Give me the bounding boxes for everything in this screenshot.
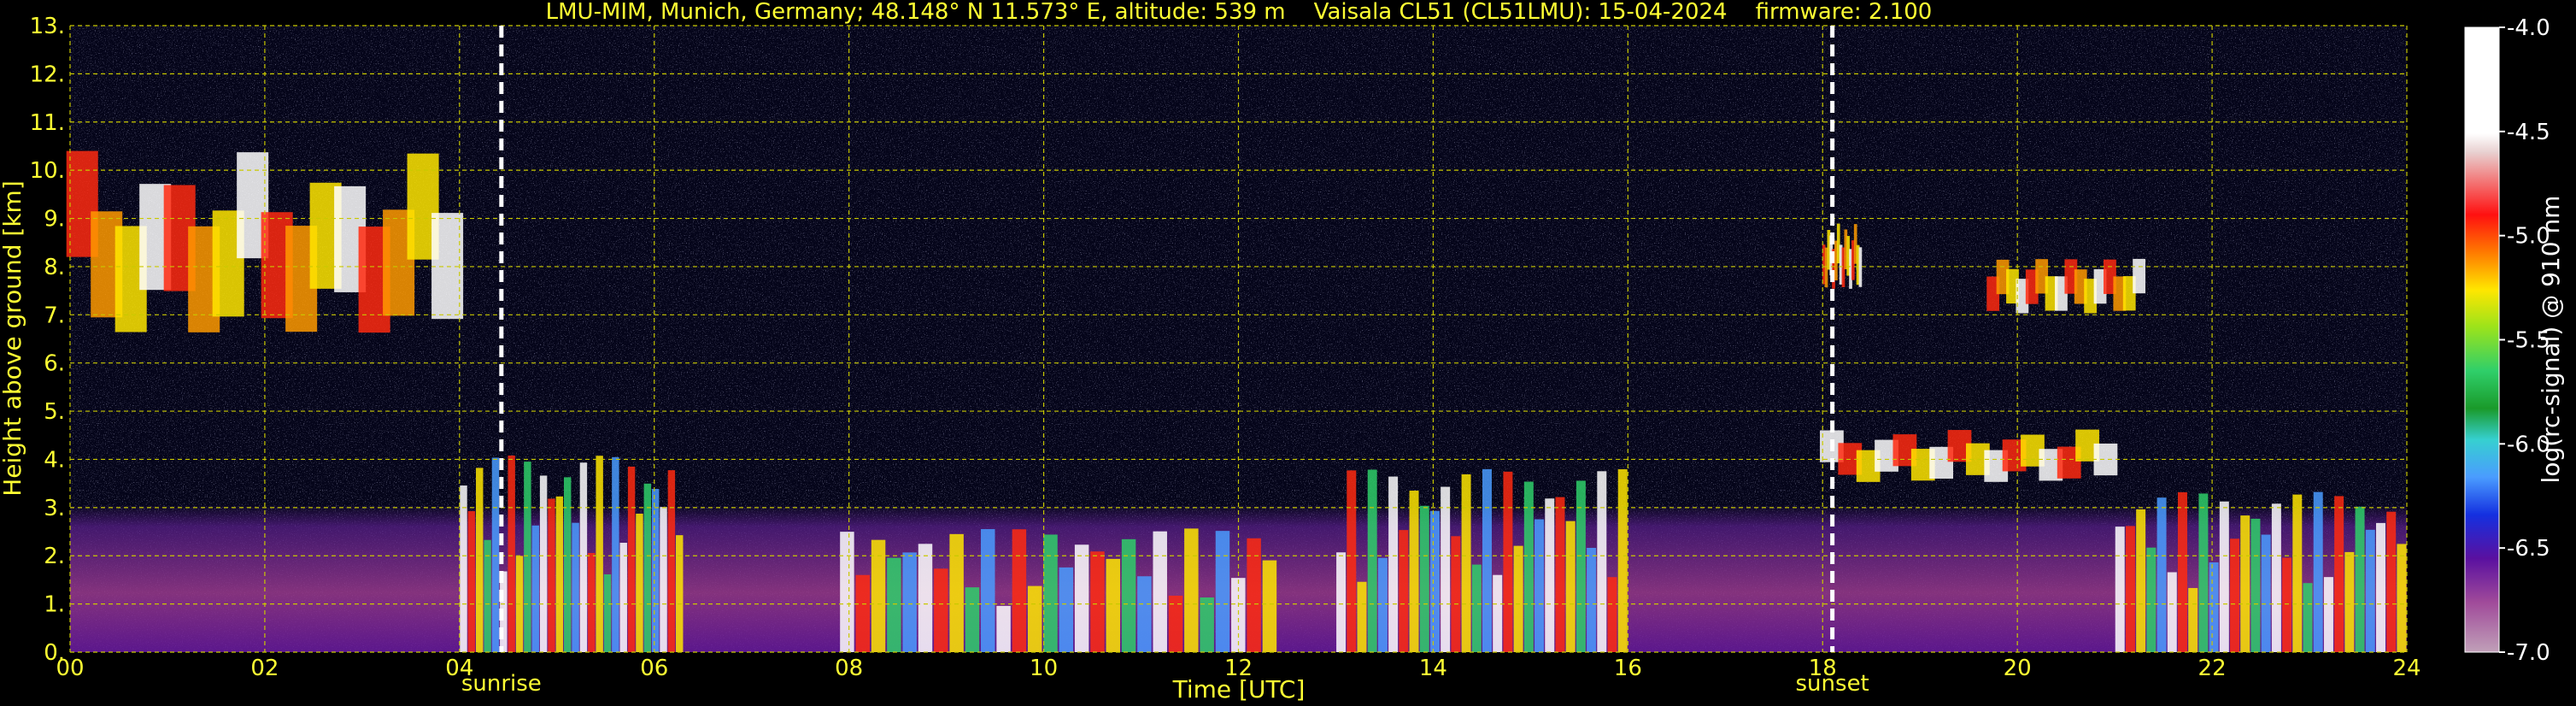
colorbar-tick-label: -6.5 bbox=[2507, 536, 2550, 562]
x-tick-label: 02 bbox=[250, 656, 279, 681]
y-tick-label: 7. bbox=[44, 303, 65, 328]
y-tick-label: 3. bbox=[44, 496, 65, 521]
x-tick-label: 00 bbox=[56, 656, 84, 681]
x-axis-label: Time [UTC] bbox=[1172, 675, 1306, 703]
y-tick-label: 9. bbox=[44, 207, 65, 232]
y-tick-label: 6. bbox=[44, 351, 65, 377]
chart-title: LMU-MIM, Munich, Germany; 48.148° N 11.5… bbox=[546, 0, 1933, 25]
y-tick-label: 4. bbox=[44, 447, 65, 473]
y-tick-label: 1. bbox=[44, 592, 65, 618]
x-tick-label: 24 bbox=[2392, 656, 2421, 681]
colorbar-tick-label: -7.0 bbox=[2507, 640, 2550, 666]
x-tick-label: 16 bbox=[1614, 656, 1642, 681]
x-tick-label: 18 bbox=[1809, 656, 1837, 681]
colorbar-gradient bbox=[2464, 26, 2500, 653]
x-tick-label: 04 bbox=[445, 656, 473, 681]
y-tick-label: 13. bbox=[30, 14, 65, 39]
x-tick-label: 20 bbox=[2004, 656, 2032, 681]
y-tick-label: 10. bbox=[30, 158, 65, 184]
x-tick-label: 22 bbox=[2198, 656, 2227, 681]
y-tick-label: 8. bbox=[44, 255, 65, 280]
y-tick-label: 12. bbox=[30, 62, 65, 87]
y-axis-label: Height above ground [km] bbox=[0, 180, 26, 497]
y-tick-labels: 0.1.2.3.4.5.6.7.8.9.10.11.12.13. bbox=[30, 14, 65, 666]
y-tick-label: 2. bbox=[44, 544, 65, 569]
colorbar-tick-label: -4.5 bbox=[2507, 120, 2550, 145]
y-tick-label: 11. bbox=[30, 110, 65, 136]
colorbar-tick-label: -4.0 bbox=[2507, 15, 2550, 41]
x-tick-label: 06 bbox=[640, 656, 668, 681]
ceilometer-chart: sunrise sunset 0.1.2.3.4.5.6.7.8.9.10.11.… bbox=[0, 0, 2565, 703]
x-tick-label: 08 bbox=[835, 656, 863, 681]
y-tick-label: 5. bbox=[44, 399, 65, 425]
colorbar-label: log(rc-signal) @ 910 nm bbox=[2537, 196, 2565, 484]
x-tick-label: 10 bbox=[1030, 656, 1058, 681]
x-tick-label: 14 bbox=[1419, 656, 1447, 681]
colorbar: -4.0-4.5-5.0-5.5-6.0-6.5-7.0 log(rc-sign… bbox=[2464, 15, 2565, 666]
